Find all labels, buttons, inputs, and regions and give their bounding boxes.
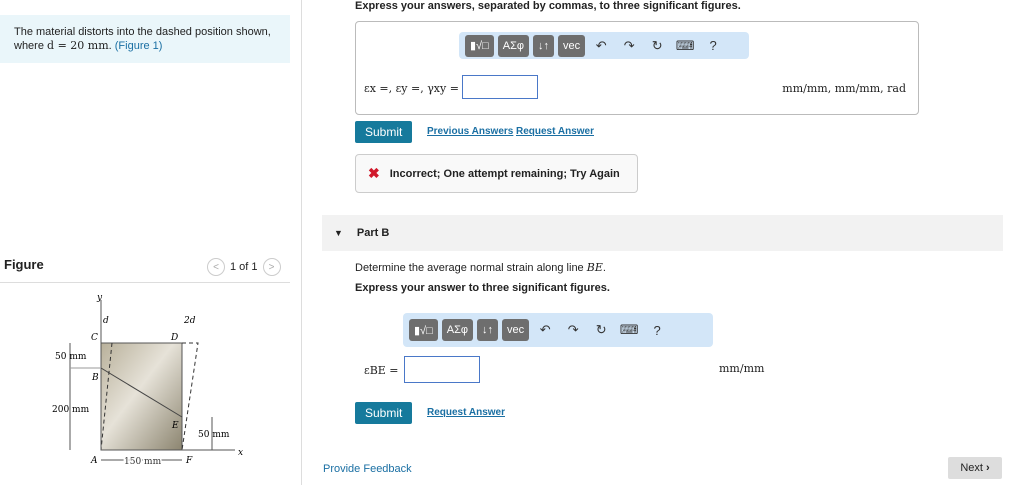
- figure-diagram: y x d 2d C D B E A F 50 mm 200 mm 50 mm …: [52, 293, 243, 469]
- label-y: y: [96, 293, 103, 303]
- part-b-answer-label: εBE =: [364, 364, 399, 377]
- feedback-text: Incorrect; One attempt remaining; Try Ag…: [389, 167, 620, 180]
- redo-icon[interactable]: ↷: [561, 322, 585, 338]
- figure-title: Figure: [4, 257, 44, 272]
- dashed-right: [181, 342, 199, 451]
- label-a: A: [90, 456, 98, 466]
- previous-answers-link[interactable]: Previous Answers: [427, 126, 513, 137]
- keyboard-icon[interactable]: ⌨: [617, 322, 641, 338]
- subscript-button[interactable]: ↓↑: [533, 34, 555, 57]
- collapse-caret-icon: ▼: [334, 228, 343, 238]
- label-f: F: [185, 456, 193, 466]
- label-x: x: [238, 448, 243, 458]
- provide-feedback-link[interactable]: Provide Feedback: [323, 463, 412, 475]
- figure-pager: < 1 of 1 >: [207, 258, 281, 276]
- question-text: Determine the average normal strain alon…: [355, 262, 587, 274]
- keyboard-icon[interactable]: ⌨: [673, 38, 697, 54]
- label-d: d: [103, 316, 109, 326]
- part-b-question: Determine the average normal strain alon…: [355, 261, 606, 274]
- reset-icon[interactable]: ↻: [645, 38, 669, 54]
- undo-icon[interactable]: ↶: [589, 38, 613, 54]
- problem-math: d = 20 mm: [47, 39, 109, 52]
- part-b-toolbar: ▮√□ ΑΣφ ↓↑ vec ↶ ↷ ↻ ⌨ ?: [403, 313, 713, 347]
- part-a-toolbar: ▮√□ ΑΣφ ↓↑ vec ↶ ↷ ↻ ⌨ ?: [459, 32, 749, 59]
- part-b-title: Part B: [356, 227, 390, 239]
- request-answer-link-b[interactable]: Request Answer: [427, 407, 505, 418]
- question-math: BE: [586, 261, 603, 274]
- label-b: B: [91, 373, 99, 383]
- vec-button[interactable]: vec: [502, 319, 530, 341]
- templates-button[interactable]: ▮√□: [409, 319, 438, 341]
- part-b-submit-button[interactable]: Submit: [355, 402, 413, 424]
- label-2d: 2d: [183, 316, 196, 326]
- subscript-button[interactable]: ↓↑: [477, 319, 499, 341]
- label-50mm-top: 50 mm: [55, 352, 87, 362]
- part-a-answer-box: ▮√□ ΑΣφ ↓↑ vec ↶ ↷ ↻ ⌨ ? εx =, εy =, γxy…: [355, 21, 919, 115]
- label-c: C: [91, 333, 98, 343]
- problem-statement: The material distorts into the dashed po…: [0, 15, 290, 63]
- part-a-answer-input[interactable]: [462, 75, 538, 99]
- symbols-button[interactable]: ΑΣφ: [441, 319, 474, 341]
- help-icon[interactable]: ?: [645, 323, 669, 338]
- label-d-point: D: [170, 333, 178, 343]
- part-b-units: mm/mm: [719, 362, 765, 375]
- error-x-icon: ✖: [368, 165, 380, 181]
- part-a-units: mm/mm, mm/mm, rad: [782, 82, 906, 95]
- part-b-answer-input[interactable]: [404, 356, 480, 383]
- next-button[interactable]: Next ›: [948, 457, 1002, 479]
- label-200mm: 200 mm: [52, 405, 90, 415]
- undo-icon[interactable]: ↶: [533, 322, 557, 338]
- chevron-right-icon: ›: [985, 462, 990, 474]
- next-label: Next: [960, 462, 983, 474]
- label-e: E: [171, 421, 179, 431]
- pager-text: 1 of 1: [230, 261, 258, 273]
- redo-icon[interactable]: ↷: [617, 38, 641, 54]
- label-50mm-right: 50 mm: [198, 430, 230, 440]
- label-150mm: 150 mm: [124, 457, 162, 467]
- part-b-header[interactable]: ▼ Part B: [322, 215, 1003, 251]
- question-text-after: .: [602, 262, 606, 274]
- request-answer-link-a[interactable]: Request Answer: [516, 126, 594, 137]
- figure-link[interactable]: (Figure 1): [115, 40, 163, 52]
- part-b-instruction: Express your answer to three significant…: [355, 282, 610, 294]
- part-a-submit-button[interactable]: Submit: [355, 121, 413, 143]
- divider: [301, 0, 302, 485]
- reset-icon[interactable]: ↻: [589, 322, 613, 338]
- figure-divider: [0, 282, 290, 283]
- vec-button[interactable]: vec: [558, 34, 586, 57]
- prev-figure-button[interactable]: <: [207, 258, 225, 276]
- symbols-button[interactable]: ΑΣφ: [497, 34, 530, 57]
- part-a-answer-label: εx =, εy =, γxy =: [364, 82, 459, 95]
- help-icon[interactable]: ?: [701, 38, 725, 53]
- templates-button[interactable]: ▮√□: [465, 34, 494, 57]
- next-figure-button[interactable]: >: [262, 258, 281, 276]
- material-block: [100, 342, 183, 451]
- part-a-instruction: Express your answers, separated by comma…: [355, 0, 741, 12]
- feedback-message: ✖ Incorrect; One attempt remaining; Try …: [355, 154, 638, 193]
